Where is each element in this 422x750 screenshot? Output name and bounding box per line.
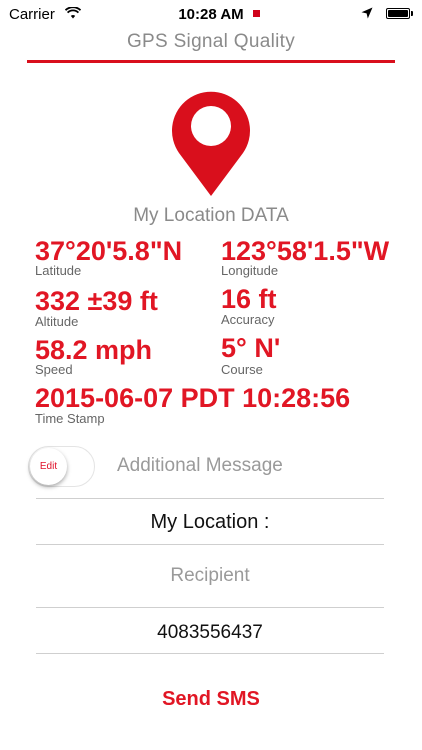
divider — [36, 653, 384, 654]
map-pin-icon — [172, 91, 250, 196]
battery-icon — [386, 8, 410, 19]
divider — [36, 544, 384, 545]
title-underline — [27, 60, 395, 63]
section-title: My Location DATA — [133, 205, 289, 226]
page-title: GPS Signal Quality — [126, 31, 296, 52]
divider — [36, 607, 384, 608]
course-value: 5° N' — [221, 333, 281, 363]
divider — [36, 498, 384, 499]
speed-value: 58.2 mph — [35, 335, 153, 365]
course-label: Course — [221, 362, 263, 377]
recipient-number-field[interactable]: 4083556437 — [36, 622, 384, 644]
altitude-label: Altitude — [35, 314, 79, 329]
longitude-label: Longitude — [221, 263, 279, 278]
location-arrow-icon — [361, 7, 373, 19]
send-sms-button[interactable]: Send SMS — [0, 688, 422, 711]
accuracy-value: 16 ft — [221, 284, 277, 314]
timestamp-label: Time Stamp — [35, 411, 105, 426]
message-text-field[interactable]: My Location : — [36, 511, 384, 534]
edit-toggle-label: Edit — [39, 461, 58, 472]
clock: 10:28 AM — [178, 6, 244, 23]
timestamp-value: 2015-06-07 PDT 10:28:56 — [35, 383, 351, 413]
battery-nub — [411, 11, 413, 16]
speed-label: Speed — [35, 362, 73, 377]
latitude-label: Latitude — [35, 263, 82, 278]
recipient-placeholder[interactable]: Recipient — [36, 565, 384, 587]
additional-message-label: Additional Message — [117, 455, 283, 476]
longitude-value: 123°58'1.5"W — [221, 236, 390, 266]
latitude-value: 37°20'5.8"N — [35, 236, 183, 266]
recording-indicator-icon — [253, 10, 260, 17]
accuracy-label: Accuracy — [221, 312, 275, 327]
altitude-value: 332 ±39 ft — [35, 286, 158, 316]
